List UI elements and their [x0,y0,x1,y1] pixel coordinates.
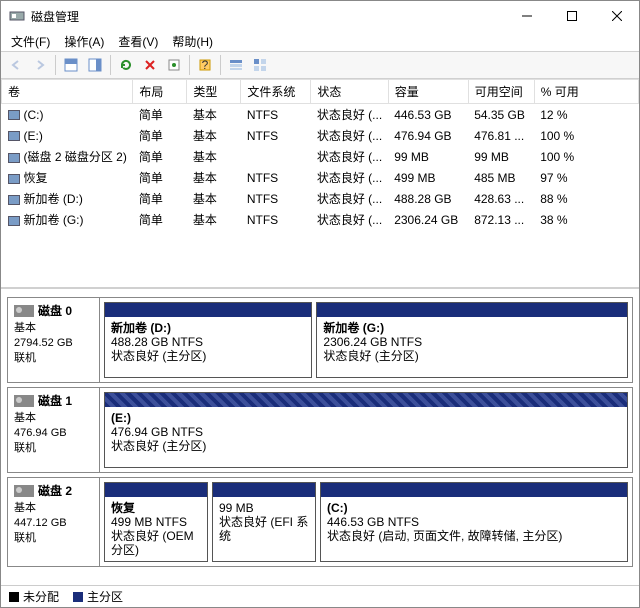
disk-row: 磁盘 1基本476.94 GB联机(E:)476.94 GB NTFS状态良好 … [7,387,633,473]
col-status[interactable]: 状态 [311,80,388,104]
col-layout[interactable]: 布局 [133,80,187,104]
delete-icon[interactable] [139,54,161,76]
table-row[interactable]: (C:)简单基本NTFS状态良好 (...446.53 GB54.35 GB12… [2,104,639,126]
window-title: 磁盘管理 [31,8,504,25]
partition[interactable]: (C:)446.53 GB NTFS状态良好 (启动, 页面文件, 故障转储, … [320,482,628,562]
disk-header[interactable]: 磁盘 2基本447.12 GB联机 [8,478,100,566]
col-pct[interactable]: % 可用 [534,80,638,104]
svg-text:?: ? [202,58,209,72]
disk-header[interactable]: 磁盘 1基本476.94 GB联机 [8,388,100,472]
table-row[interactable]: 新加卷 (G:)简单基本NTFS状态良好 (...2306.24 GB872.1… [2,209,639,230]
disk-row: 磁盘 0基本2794.52 GB联机新加卷 (D:)488.28 GB NTFS… [7,297,633,383]
table-row[interactable]: 恢复简单基本NTFS状态良好 (...499 MB485 MB97 % [2,167,639,188]
forward-button [29,54,51,76]
drive-icon [14,305,34,317]
col-volume[interactable]: 卷 [2,80,133,104]
maximize-button[interactable] [549,1,594,31]
drive-icon [14,395,34,407]
disk-header[interactable]: 磁盘 0基本2794.52 GB联机 [8,298,100,382]
disk-row: 磁盘 2基本447.12 GB联机恢复499 MB NTFS状态良好 (OEM … [7,477,633,567]
legend-unallocated: 未分配 [9,588,59,605]
view-list-icon[interactable] [225,54,247,76]
partition[interactable]: 新加卷 (G:)2306.24 GB NTFS状态良好 (主分区) [316,302,628,378]
table-row[interactable]: (磁盘 2 磁盘分区 2)简单基本状态良好 (...99 MB99 MB100 … [2,146,639,167]
partition[interactable]: (E:)476.94 GB NTFS状态良好 (主分区) [104,392,628,468]
menu-help[interactable]: 帮助(H) [166,31,219,52]
menu-bar: 文件(F) 操作(A) 查看(V) 帮助(H) [1,31,639,51]
close-button[interactable] [594,1,639,31]
help-icon[interactable]: ? [194,54,216,76]
volume-list-pane[interactable]: 卷 布局 类型 文件系统 状态 容量 可用空间 % 可用 (C:)简单基本NTF… [1,79,639,289]
refresh-icon[interactable] [115,54,137,76]
panel-top-icon[interactable] [60,54,82,76]
table-row[interactable]: (E:)简单基本NTFS状态良好 (...476.94 GB476.81 ...… [2,125,639,146]
col-type[interactable]: 类型 [187,80,241,104]
title-bar: 磁盘管理 [1,1,639,31]
minimize-button[interactable] [504,1,549,31]
partition[interactable]: 新加卷 (D:)488.28 GB NTFS状态良好 (主分区) [104,302,312,378]
volume-table: 卷 布局 类型 文件系统 状态 容量 可用空间 % 可用 (C:)简单基本NTF… [1,79,639,230]
properties-icon[interactable] [163,54,185,76]
disk-map-pane[interactable]: 磁盘 0基本2794.52 GB联机新加卷 (D:)488.28 GB NTFS… [1,289,639,585]
app-icon [9,8,25,24]
col-fs[interactable]: 文件系统 [241,80,311,104]
menu-action[interactable]: 操作(A) [58,31,110,52]
col-capacity[interactable]: 容量 [388,80,468,104]
partition[interactable]: 99 MB状态良好 (EFI 系统 [212,482,316,562]
legend: 未分配 主分区 [1,585,639,607]
partition[interactable]: 恢复499 MB NTFS状态良好 (OEM 分区) [104,482,208,562]
view-grid-icon[interactable] [249,54,271,76]
col-free[interactable]: 可用空间 [468,80,534,104]
menu-view[interactable]: 查看(V) [112,31,164,52]
panel-right-icon[interactable] [84,54,106,76]
toolbar: ? [1,51,639,79]
drive-icon [14,485,34,497]
table-row[interactable]: 新加卷 (D:)简单基本NTFS状态良好 (...488.28 GB428.63… [2,188,639,209]
legend-primary: 主分区 [73,588,123,605]
back-button [5,54,27,76]
menu-file[interactable]: 文件(F) [5,31,56,52]
